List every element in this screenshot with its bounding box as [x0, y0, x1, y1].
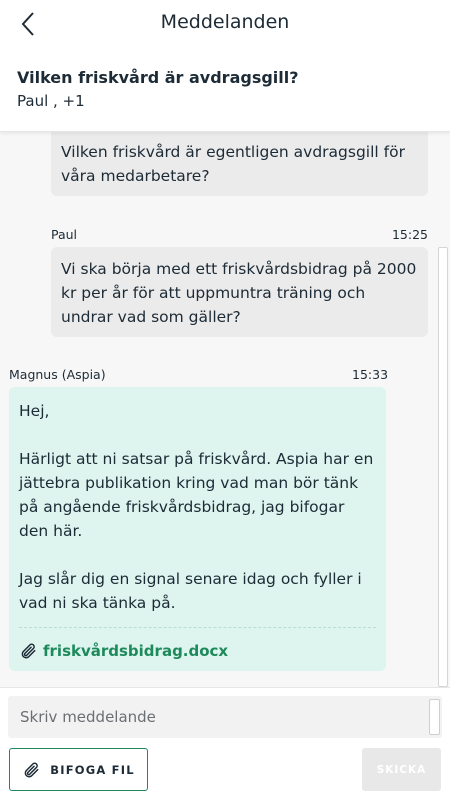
input-scrollbar[interactable] — [429, 699, 440, 735]
message-sender: Paul — [51, 227, 78, 242]
message-input-container — [8, 696, 442, 738]
attachment-link[interactable]: friskvårdsbidrag.docx — [19, 639, 228, 663]
composer-divider — [0, 687, 450, 688]
send-button[interactable]: SKICKA — [362, 748, 441, 791]
paperclip-icon — [24, 762, 39, 777]
thread-participants: Paul , +1 — [17, 92, 85, 110]
attachment-filename: friskvårdsbidrag.docx — [43, 642, 229, 660]
message-text: Vilken friskvård är egentligen avdragsgi… — [61, 143, 405, 185]
message-bubble-outgoing: Vi ska börja med ett friskvårdsbidrag på… — [51, 247, 428, 337]
attach-file-label: BIFOGA FIL — [50, 762, 135, 777]
page-title: Meddelanden — [160, 11, 290, 33]
top-bar: Meddelanden — [0, 0, 450, 48]
message-sender: Magnus (Aspia) — [9, 367, 106, 382]
attach-file-button[interactable]: BIFOGA FIL — [9, 748, 148, 791]
scrollbar[interactable] — [438, 247, 448, 687]
message-text: Vi ska börja med ett friskvårdsbidrag på… — [61, 260, 417, 326]
thread-header: Vilken friskvård är avdragsgill? Paul , … — [0, 48, 450, 132]
message-bubble-incoming: Hej, Härligt att ni satsar på friskvård.… — [9, 387, 386, 671]
send-label: SKICKA — [376, 763, 427, 776]
message-text: Hej, Härligt att ni satsar på friskvård.… — [19, 402, 374, 612]
message-time: 15:33 — [352, 367, 389, 382]
paperclip-icon — [21, 643, 36, 659]
thread-title: Vilken friskvård är avdragsgill? — [17, 68, 299, 87]
message-input[interactable] — [8, 696, 428, 738]
attachment-divider — [19, 627, 376, 628]
message-bubble-outgoing: Vilken friskvård är egentligen avdragsgi… — [51, 132, 428, 196]
message-time: 15:25 — [391, 227, 428, 242]
message-list[interactable]: Vilken friskvård är egentligen avdragsgi… — [0, 132, 450, 687]
